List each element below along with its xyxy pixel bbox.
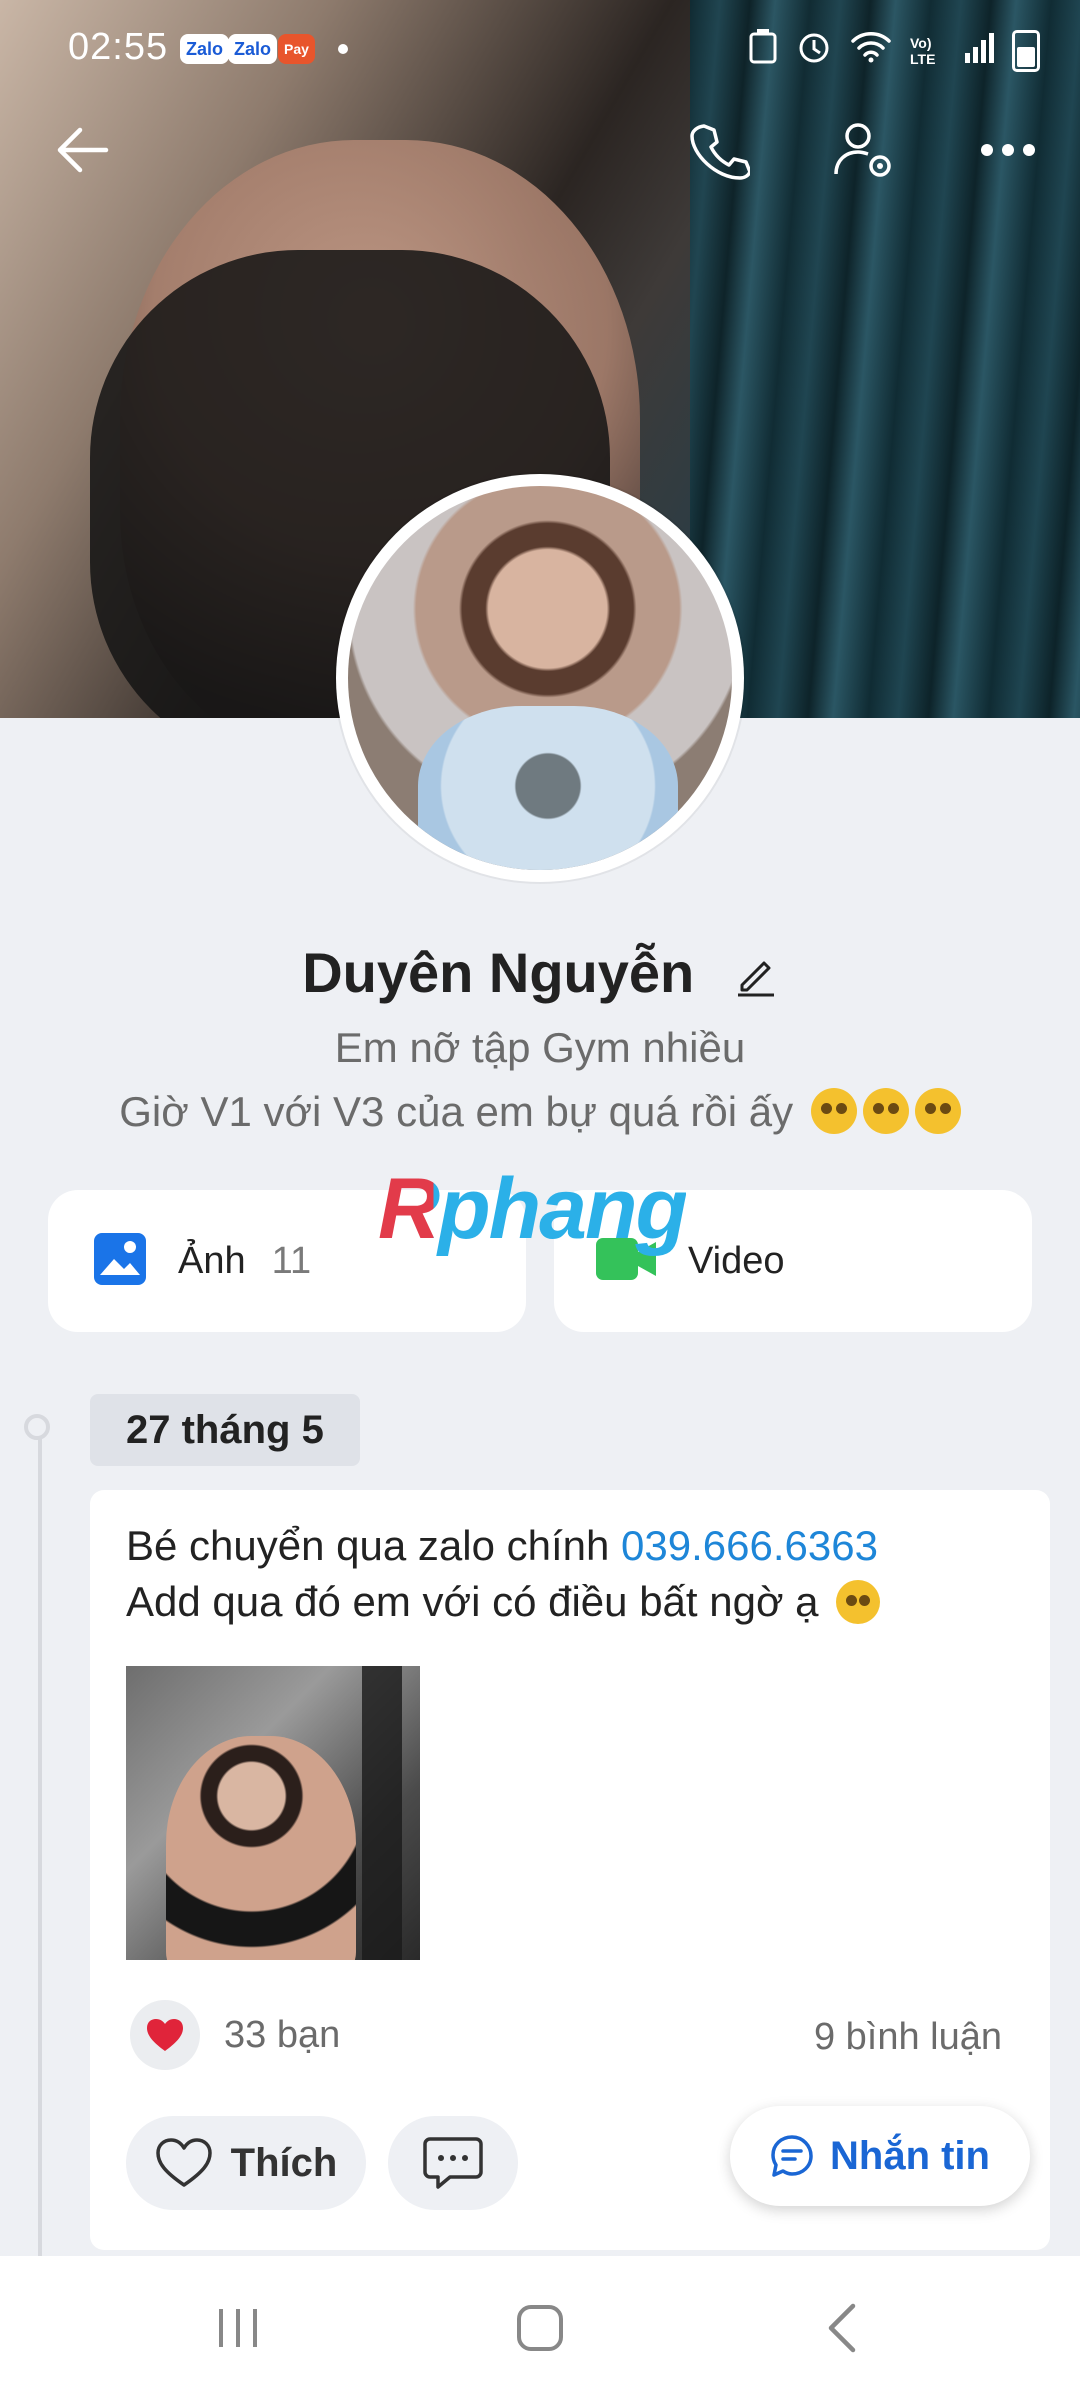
post-line-1: Bé chuyển qua zalo chính 039.666.6363 [126, 1518, 880, 1574]
avatar-figure [418, 706, 678, 870]
photo-gallery-icon [92, 1231, 148, 1292]
photos-count: 11 [271, 1239, 312, 1282]
system-back-icon [828, 2303, 856, 2353]
avatar-frame[interactable] [336, 474, 744, 882]
pencil-icon [737, 961, 774, 997]
signal-icon [964, 30, 994, 73]
post-text-line-2: Add qua đó em với có điều bất ngờ ạ [126, 1578, 819, 1625]
post-card[interactable]: Bé chuyển qua zalo chính 039.666.6363 Ad… [90, 1490, 1050, 2250]
pleading-emoji-icon [810, 1088, 857, 1134]
volte-label: Vo) LTE [910, 35, 936, 67]
system-back-button[interactable] [742, 2256, 942, 2400]
reactions-summary[interactable]: 33 bạn [130, 2000, 340, 2070]
bio-line-1: Em nỡ tập Gym nhiều [334, 1024, 746, 1071]
more-dots-icon [981, 144, 1035, 156]
heart-outline-icon [155, 2138, 212, 2187]
message-label: Nhắn tin [830, 2133, 990, 2178]
home-button[interactable] [440, 2256, 640, 2400]
wifi-icon [850, 29, 892, 73]
post-text: Bé chuyển qua zalo chính 039.666.6363 Ad… [126, 1518, 881, 1630]
pleading-emoji-icon [836, 1580, 881, 1624]
profile-name-row: Duyên Nguyễn [0, 940, 1080, 1010]
call-button[interactable] [680, 110, 760, 190]
post-text-prefix: Bé chuyển qua zalo chính [126, 1522, 622, 1569]
heart-reaction-icon [130, 2000, 200, 2070]
comment-bubble-icon [423, 2137, 483, 2189]
pleading-emoji-icon [862, 1088, 909, 1134]
status-bar: 02:55 Zalo Zalo Pay Vo) LTE [0, 0, 1080, 96]
system-navigation-bar [0, 2256, 1080, 2400]
timeline-node [24, 1414, 50, 1440]
edit-name-button[interactable] [734, 945, 778, 1010]
more-notifications-dot [338, 44, 348, 54]
battery-icon [1012, 30, 1040, 72]
profile-name: Duyên Nguyễn [302, 941, 695, 1004]
cover-curtain [690, 0, 1080, 718]
zalo-notification-icon: Zalo [228, 34, 278, 64]
timeline-date: 27 tháng 5 [90, 1394, 360, 1466]
recent-apps-icon [219, 2309, 257, 2347]
pleading-emoji-icon [914, 1088, 961, 1134]
comment-button[interactable] [388, 2116, 518, 2210]
message-button[interactable]: Nhắn tin [730, 2106, 1030, 2206]
alarm-icon [796, 28, 832, 74]
reactions-count: 33 bạn [224, 2013, 341, 2056]
post-line-2: Add qua đó em với có điều bất ngờ ạ [126, 1574, 881, 1630]
chat-icon [771, 2135, 813, 2177]
like-button[interactable]: Thích [126, 2116, 366, 2210]
bio-line-2-row: Giờ V1 với V3 của em bự quá rồi ấy [0, 1088, 1080, 1136]
zalopay-notification-icon: Pay [278, 34, 315, 64]
photos-label: Ảnh [178, 1239, 246, 1282]
back-arrow-icon [57, 127, 109, 173]
photo-figure [166, 1736, 356, 1960]
comments-count[interactable]: 9 bình luận [814, 2016, 1002, 2059]
phone-link[interactable]: 039.666.6363 [621, 1522, 878, 1569]
back-button[interactable] [42, 110, 122, 190]
mirror-frame [362, 1666, 402, 1960]
profile-settings-button[interactable] [824, 110, 904, 190]
zalo-notification-icon: Zalo [180, 34, 230, 64]
user-settings-icon [834, 123, 891, 177]
more-options-button[interactable] [968, 110, 1048, 190]
avatar[interactable] [348, 486, 732, 870]
recycle-icon [748, 28, 778, 74]
status-time: 02:55 [68, 26, 169, 68]
home-icon [517, 2305, 563, 2351]
bio-line-2: Giờ V1 với V3 của em bự quá rồi ấy [119, 1088, 794, 1135]
video-label: Video [688, 1239, 785, 1282]
like-label: Thích [230, 2140, 338, 2185]
phone-icon [690, 124, 750, 180]
timeline-line [38, 1430, 42, 2260]
status-icons: Vo) LTE [748, 28, 1040, 74]
watermark-logo: Rphang [378, 1161, 688, 1257]
recent-apps-button[interactable] [138, 2256, 338, 2400]
post-photo[interactable] [126, 1666, 420, 1960]
